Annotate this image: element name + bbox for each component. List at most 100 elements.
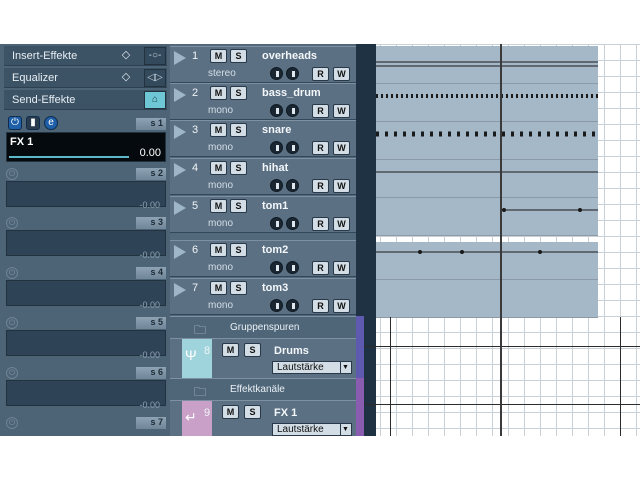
automation-line[interactable] xyxy=(364,346,640,347)
mute-button[interactable]: M xyxy=(222,405,239,419)
event-display[interactable] xyxy=(364,44,640,436)
audio-event[interactable] xyxy=(376,122,598,160)
monitor-icon[interactable] xyxy=(270,104,283,117)
audio-event[interactable] xyxy=(376,280,598,318)
automation-parameter-select[interactable]: Lautstärke ▼ xyxy=(272,423,352,436)
track-name[interactable]: snare xyxy=(262,124,291,136)
write-button[interactable]: W xyxy=(333,141,350,155)
mute-button[interactable]: M xyxy=(210,243,227,257)
track-expand-icon[interactable] xyxy=(174,88,186,102)
project-cursor[interactable] xyxy=(500,44,502,436)
mute-button[interactable]: M xyxy=(222,343,239,357)
track-name[interactable]: tom2 xyxy=(262,244,288,256)
solo-button[interactable]: S xyxy=(230,199,247,213)
plug-icon[interactable]: -○- xyxy=(144,47,166,65)
track-name[interactable]: FX 1 xyxy=(274,407,297,419)
mute-button[interactable]: M xyxy=(210,161,227,175)
send-level-bar[interactable] xyxy=(9,156,129,158)
solo-button[interactable]: S xyxy=(244,343,261,357)
track-row[interactable]: 1 M S overheads stereo R W xyxy=(170,46,356,83)
power-icon[interactable]: ⏻ xyxy=(6,317,18,329)
solo-button[interactable]: S xyxy=(230,281,247,295)
monitor-icon[interactable] xyxy=(270,179,283,192)
track-name[interactable]: tom1 xyxy=(262,200,288,212)
monitor-icon[interactable] xyxy=(270,299,283,312)
automation-parameter-select[interactable]: Lautstärke ▼ xyxy=(272,361,352,374)
write-button[interactable]: W xyxy=(333,104,350,118)
track-expand-icon[interactable] xyxy=(174,125,186,139)
track-expand-icon[interactable] xyxy=(174,163,186,177)
track-expand-icon[interactable] xyxy=(174,51,186,65)
solo-button[interactable]: S xyxy=(230,86,247,100)
track-row[interactable]: 2 M S bass_drum mono R W xyxy=(170,83,356,120)
write-button[interactable]: W xyxy=(333,261,350,275)
edit-icon[interactable]: e xyxy=(44,116,58,130)
power-icon[interactable]: ⏻ xyxy=(6,267,18,279)
monitor-icon[interactable] xyxy=(270,261,283,274)
read-button[interactable]: R xyxy=(312,104,329,118)
send-slot-1[interactable]: FX 1 0.00 xyxy=(6,132,166,162)
monitor-icon[interactable] xyxy=(270,141,283,154)
power-icon[interactable]: ⏻ xyxy=(8,116,22,130)
solo-button[interactable]: S xyxy=(230,123,247,137)
power-icon[interactable]: ⏻ xyxy=(6,217,18,229)
speaker-icon[interactable] xyxy=(286,261,299,274)
write-button[interactable]: W xyxy=(333,67,350,81)
mute-button[interactable]: M xyxy=(210,281,227,295)
solo-button[interactable]: S xyxy=(230,161,247,175)
audio-event[interactable] xyxy=(376,242,598,280)
speaker-icon[interactable] xyxy=(286,141,299,154)
read-button[interactable]: R xyxy=(312,141,329,155)
send-icon[interactable]: ⌂ xyxy=(144,91,166,109)
chevron-down-icon[interactable]: ▼ xyxy=(340,424,350,435)
track-expand-icon[interactable] xyxy=(174,201,186,215)
audio-event[interactable] xyxy=(376,198,598,236)
mute-button[interactable]: M xyxy=(210,123,227,137)
speaker-icon[interactable] xyxy=(286,104,299,117)
mute-button[interactable]: M xyxy=(210,86,227,100)
track-row[interactable]: 4 M S hihat mono R W xyxy=(170,158,356,195)
group-tracks-folder[interactable]: 🗀 Gruppenspuren xyxy=(170,316,356,338)
solo-button[interactable]: S xyxy=(244,405,261,419)
solo-button[interactable]: S xyxy=(230,49,247,63)
effect-channels-folder[interactable]: 🗀 Effektkanäle xyxy=(170,378,356,400)
solo-button[interactable]: S xyxy=(230,243,247,257)
track-name[interactable]: hihat xyxy=(262,162,288,174)
audio-event[interactable] xyxy=(376,46,598,84)
power-icon[interactable]: ⏻ xyxy=(6,367,18,379)
audio-event[interactable] xyxy=(376,160,598,198)
chevron-down-icon[interactable]: ▼ xyxy=(340,362,350,373)
monitor-icon[interactable] xyxy=(270,217,283,230)
eq-icon[interactable]: ◁▷ xyxy=(144,69,166,87)
track-row[interactable]: 5 M S tom1 mono R W xyxy=(170,196,356,233)
track-row[interactable]: 6 M S tom2 mono R W xyxy=(170,240,356,277)
prepost-icon[interactable]: ▮ xyxy=(26,116,40,130)
read-button[interactable]: R xyxy=(312,261,329,275)
speaker-icon[interactable] xyxy=(286,299,299,312)
track-name[interactable]: tom3 xyxy=(262,282,288,294)
read-button[interactable]: R xyxy=(312,299,329,313)
track-name[interactable]: Drums xyxy=(274,345,309,357)
equalizer-section[interactable]: Equalizer ◇ ◁▷ xyxy=(4,68,167,88)
automation-line[interactable] xyxy=(364,404,640,405)
write-button[interactable]: W xyxy=(333,217,350,231)
write-button[interactable]: W xyxy=(333,179,350,193)
speaker-icon[interactable] xyxy=(286,217,299,230)
fx-track-row[interactable]: ↵ 9 M S FX 1 Lautstärke ▼ xyxy=(170,400,356,436)
audio-event[interactable] xyxy=(376,84,598,122)
power-icon[interactable]: ⏻ xyxy=(6,168,18,180)
track-expand-icon[interactable] xyxy=(174,245,186,259)
track-name[interactable]: overheads xyxy=(262,50,317,62)
mute-button[interactable]: M xyxy=(210,49,227,63)
read-button[interactable]: R xyxy=(312,67,329,81)
track-name[interactable]: bass_drum xyxy=(262,87,321,99)
track-expand-icon[interactable] xyxy=(174,283,186,297)
read-button[interactable]: R xyxy=(312,179,329,193)
mute-button[interactable]: M xyxy=(210,199,227,213)
write-button[interactable]: W xyxy=(333,299,350,313)
group-track-row[interactable]: Ψ 8 M S Drums Lautstärke ▼ xyxy=(170,338,356,379)
track-row[interactable]: 7 M S tom3 mono R W xyxy=(170,278,356,315)
speaker-icon[interactable] xyxy=(286,67,299,80)
read-button[interactable]: R xyxy=(312,217,329,231)
send-effects-section[interactable]: Send-Effekte ⌂ xyxy=(4,90,167,110)
